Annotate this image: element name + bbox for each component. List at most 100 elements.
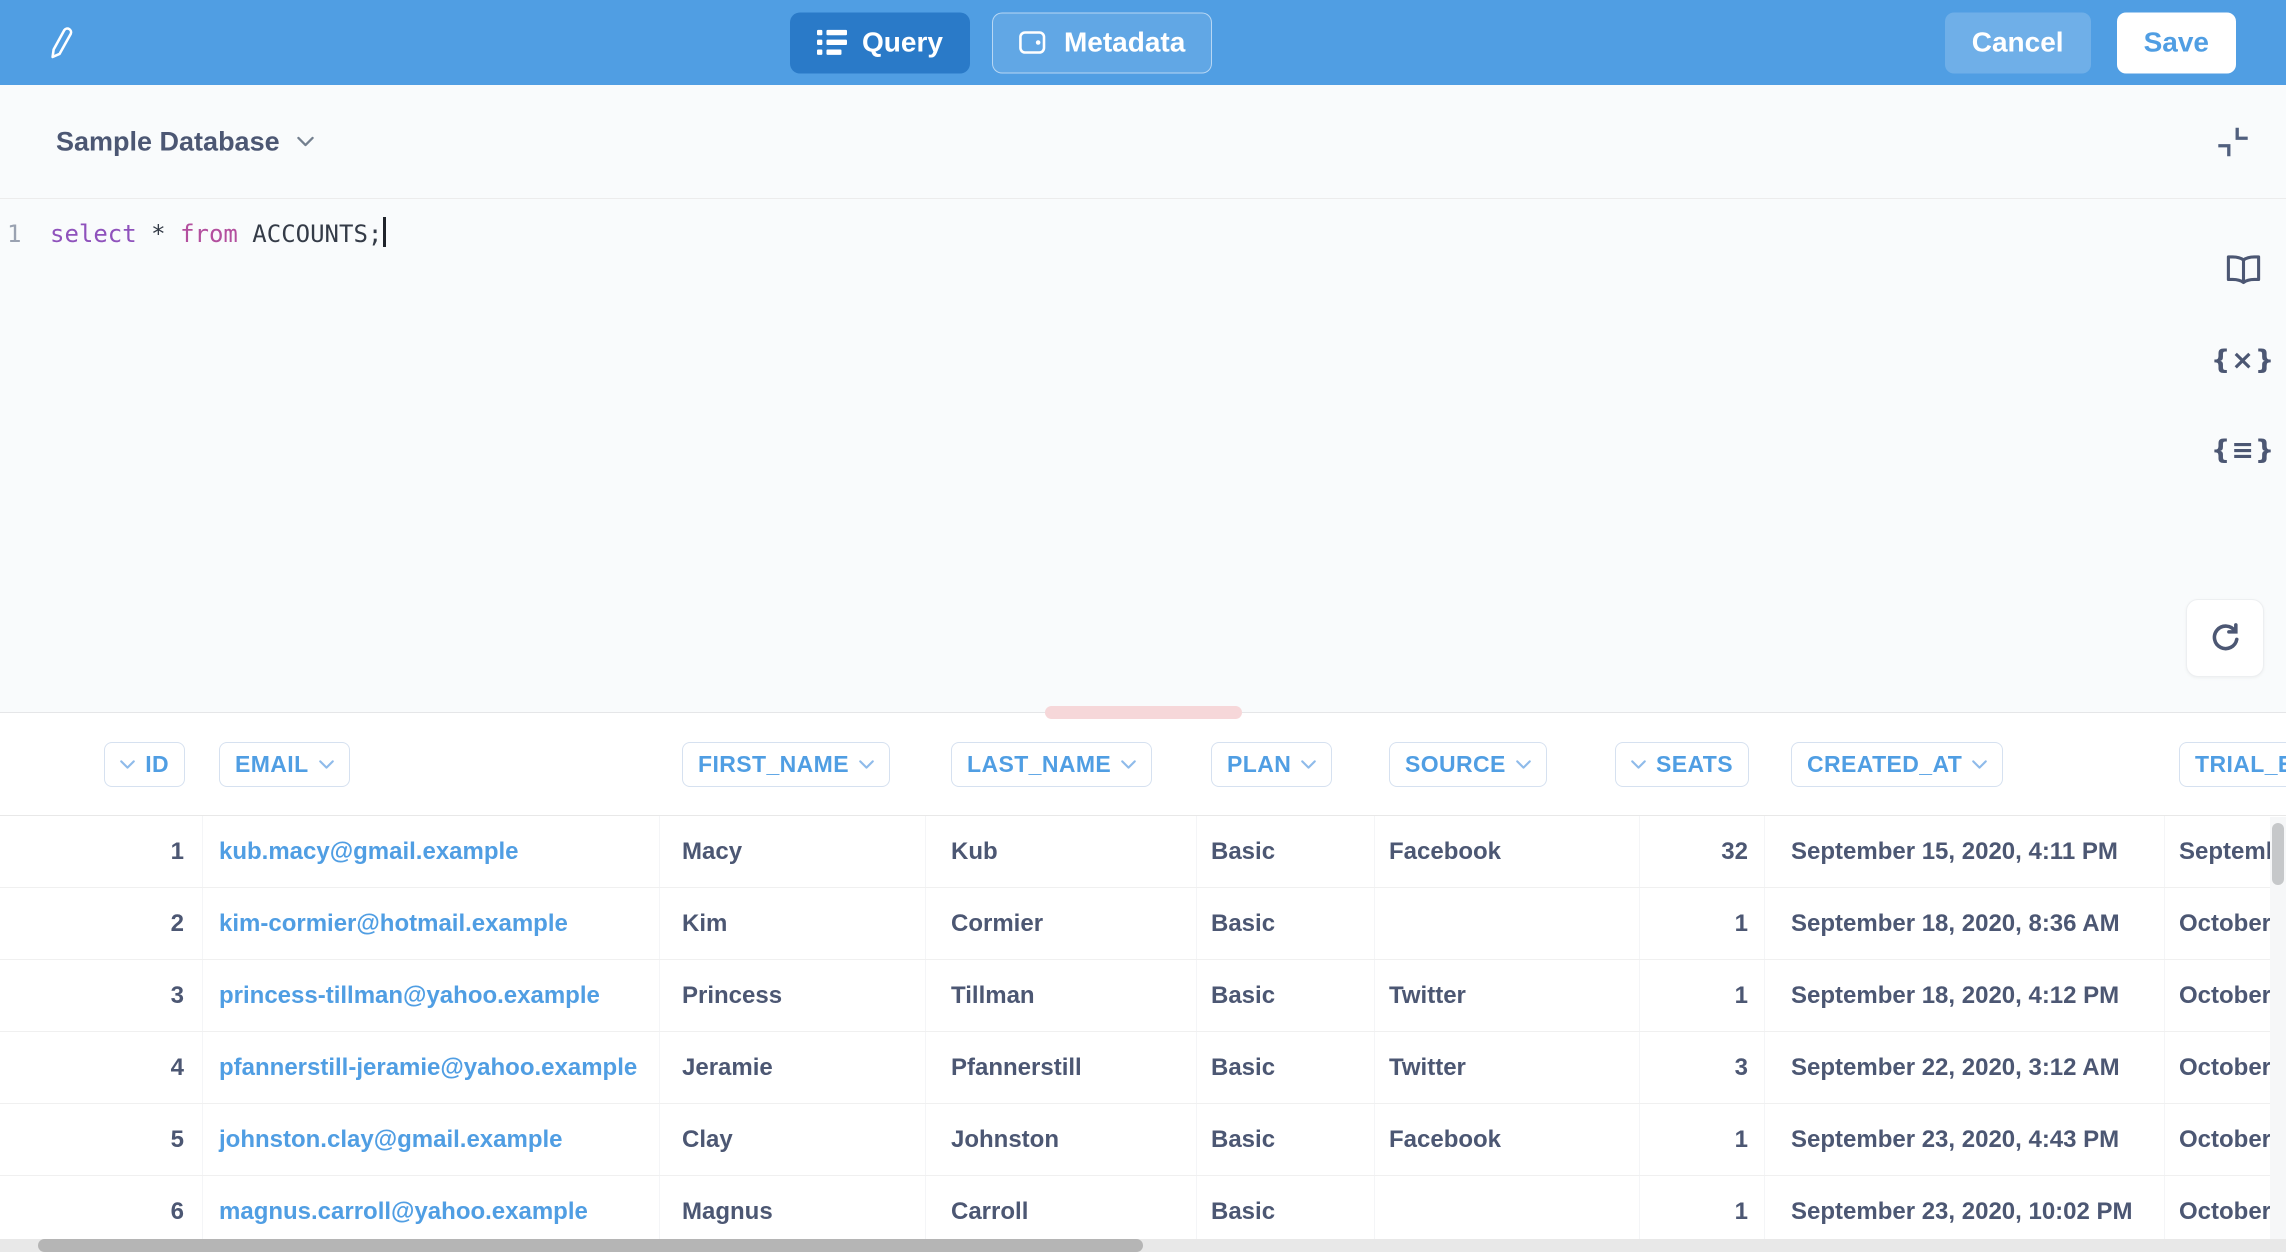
cell-email[interactable]: magnus.carroll@yahoo.example	[203, 1176, 660, 1247]
tag-icon	[1019, 31, 1049, 55]
column-sort-button-seats[interactable]: SEATS	[1615, 742, 1749, 787]
tab-metadata[interactable]: Metadata	[992, 12, 1212, 73]
cell-trial_e: October	[2165, 960, 2286, 1031]
list-icon	[817, 30, 847, 56]
column-sort-button-first_name[interactable]: FIRST_NAME	[682, 742, 890, 787]
cell-email[interactable]: kub.macy@gmail.example	[203, 816, 660, 887]
snippets-button[interactable]: {≡}	[2214, 423, 2272, 477]
column-label: SEATS	[1656, 753, 1733, 776]
column-sort-button-plan[interactable]: PLAN	[1211, 742, 1332, 787]
native-query-editor-page: Query Metadata Cancel Save Sample Databa…	[0, 0, 2286, 1252]
cell-id: 2	[40, 888, 203, 959]
chevron-down-icon	[319, 760, 334, 769]
table-row: 5johnston.clay@gmail.exampleClayJohnston…	[0, 1104, 2286, 1176]
cell-source: Twitter	[1375, 960, 1640, 1031]
cell-email[interactable]: kim-cormier@hotmail.example	[203, 888, 660, 959]
chevron-down-icon	[1631, 760, 1646, 769]
sql-token: ACCOUNTS;	[238, 220, 383, 248]
cancel-button[interactable]: Cancel	[1945, 12, 2091, 73]
cell-email[interactable]: princess-tillman@yahoo.example	[203, 960, 660, 1031]
database-selector[interactable]: Sample Database	[50, 125, 320, 158]
column-header-first_name: FIRST_NAME	[660, 742, 926, 787]
tab-query[interactable]: Query	[790, 12, 970, 73]
column-sort-button-created_at[interactable]: CREATED_AT	[1791, 742, 2003, 787]
column-header-plan: PLAN	[1197, 742, 1375, 787]
contract-icon	[2212, 121, 2254, 163]
pencil-icon	[46, 25, 76, 61]
table-row: 2kim-cormier@hotmail.exampleKimCormierBa…	[0, 888, 2286, 960]
column-sort-button-last_name[interactable]: LAST_NAME	[951, 742, 1152, 787]
edit-name-button[interactable]	[42, 21, 80, 65]
data-reference-button[interactable]	[2214, 243, 2272, 297]
cell-first_name: Magnus	[660, 1176, 926, 1247]
column-header-email: EMAIL	[203, 742, 660, 787]
column-sort-button-source[interactable]: SOURCE	[1389, 742, 1547, 787]
cell-seats: 1	[1640, 1176, 1765, 1247]
horizontal-scrollbar-thumb[interactable]	[38, 1239, 1143, 1252]
column-label: EMAIL	[235, 753, 309, 776]
column-label: LAST_NAME	[967, 753, 1111, 776]
cell-last_name: Johnston	[926, 1104, 1197, 1175]
sql-editor[interactable]: 1 select * from ACCOUNTS; {×} {≡}	[0, 199, 2286, 712]
collapse-editor-button[interactable]	[2206, 120, 2260, 164]
row-lead-spacer	[0, 1176, 40, 1247]
cell-first_name: Princess	[660, 960, 926, 1031]
cell-plan: Basic	[1197, 960, 1375, 1031]
editor-header: Sample Database	[0, 85, 2286, 199]
snippets-icon: {≡}	[2211, 435, 2275, 466]
cell-created_at: September 18, 2020, 4:12 PM	[1765, 960, 2165, 1031]
cell-seats: 1	[1640, 1104, 1765, 1175]
cell-last_name: Cormier	[926, 888, 1197, 959]
cell-last_name: Tillman	[926, 960, 1197, 1031]
cell-plan: Basic	[1197, 816, 1375, 887]
cell-trial_e: October	[2165, 888, 2286, 959]
cell-last_name: Carroll	[926, 1176, 1197, 1247]
table-row: 1kub.macy@gmail.exampleMacyKubBasicFaceb…	[0, 816, 2286, 888]
cell-created_at: September 23, 2020, 10:02 PM	[1765, 1176, 2165, 1247]
sql-code-line: 1 select * from ACCOUNTS;	[0, 199, 2286, 252]
table-header-row: ID EMAIL FIRST_NAME LAST_NAME PLAN SOURCE SEAT…	[0, 713, 2286, 816]
cell-first_name: Kim	[660, 888, 926, 959]
run-query-button[interactable]	[2186, 599, 2264, 677]
horizontal-scrollbar[interactable]	[0, 1239, 2286, 1252]
cell-source: Facebook	[1375, 816, 1640, 887]
column-sort-button-id[interactable]: ID	[104, 742, 185, 787]
chevron-down-icon	[1516, 760, 1531, 769]
vertical-scrollbar-thumb[interactable]	[2272, 823, 2284, 885]
results-table: ID EMAIL FIRST_NAME LAST_NAME PLAN SOURCE SEAT…	[0, 712, 2286, 1251]
column-sort-button-email[interactable]: EMAIL	[219, 742, 350, 787]
column-header-seats: SEATS	[1640, 742, 1765, 787]
sql-token: *	[137, 220, 180, 248]
chevron-down-icon	[1301, 760, 1316, 769]
cell-first_name: Clay	[660, 1104, 926, 1175]
column-label: CREATED_AT	[1807, 753, 1962, 776]
column-label: TRIAL_E	[2195, 753, 2286, 776]
column-label: ID	[145, 753, 169, 776]
cell-email[interactable]: pfannerstill-jeramie@yahoo.example	[203, 1032, 660, 1103]
tab-label: Metadata	[1064, 29, 1185, 57]
row-lead-spacer	[0, 1032, 40, 1103]
column-header-last_name: LAST_NAME	[926, 742, 1197, 787]
vertical-scrollbar[interactable]	[2270, 817, 2286, 1251]
text-cursor	[383, 217, 386, 247]
cell-first_name: Jeramie	[660, 1032, 926, 1103]
table-body: 1kub.macy@gmail.exampleMacyKubBasicFaceb…	[0, 816, 2286, 1248]
variables-icon: {×}	[2211, 345, 2275, 376]
resize-handle[interactable]	[1045, 706, 1242, 719]
row-lead-spacer	[0, 1104, 40, 1175]
column-sort-button-trial_e[interactable]: TRIAL_E	[2179, 742, 2286, 787]
cell-trial_e: Septemb	[2165, 816, 2286, 887]
row-lead-spacer	[0, 960, 40, 1031]
topbar: Query Metadata Cancel Save	[0, 0, 2286, 85]
table-row: 6magnus.carroll@yahoo.exampleMagnusCarro…	[0, 1176, 2286, 1248]
row-lead-spacer	[0, 888, 40, 959]
column-header-trial_e: TRIAL_E	[2165, 742, 2286, 787]
tab-label: Query	[862, 29, 943, 57]
cell-plan: Basic	[1197, 1104, 1375, 1175]
cell-seats: 1	[1640, 960, 1765, 1031]
cell-source: Facebook	[1375, 1104, 1640, 1175]
cell-trial_e: October	[2165, 1104, 2286, 1175]
variables-button[interactable]: {×}	[2214, 333, 2272, 387]
save-button[interactable]: Save	[2117, 12, 2236, 73]
cell-email[interactable]: johnston.clay@gmail.example	[203, 1104, 660, 1175]
